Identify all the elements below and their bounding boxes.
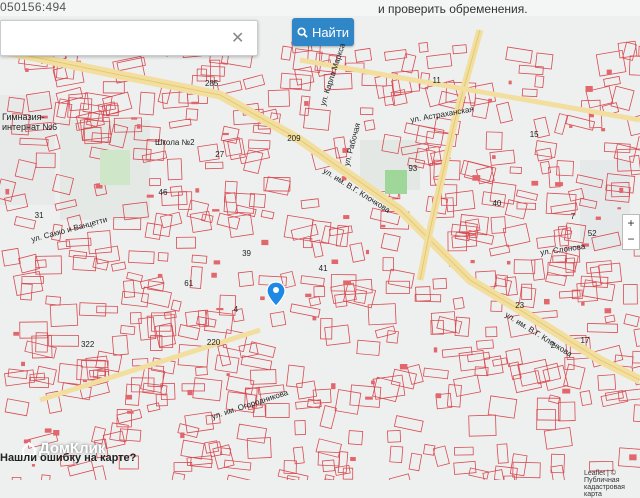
building-mark: [213, 260, 221, 265]
search-button-label: Найти: [311, 24, 350, 40]
place-label-school: Школа №2: [155, 138, 195, 147]
building-mark: [433, 347, 438, 353]
building-mark: [543, 298, 550, 305]
building-mark: [562, 388, 571, 394]
building-mark: [222, 132, 229, 136]
building-mark: [226, 373, 230, 377]
building-mark: [261, 239, 269, 246]
building-mark: [343, 280, 352, 286]
zoom-control[interactable]: + −: [622, 214, 640, 250]
house-number: 322: [80, 339, 95, 349]
building-mark: [350, 457, 356, 462]
cadastral-number: 050156:494: [0, 0, 67, 14]
building-mark: [492, 155, 496, 159]
building-mark: [601, 128, 606, 132]
building-mark: [380, 224, 386, 228]
house-number: 31: [34, 210, 44, 220]
cadastral-map[interactable]: [0, 0, 640, 480]
building-mark: [25, 68, 29, 72]
building-mark: [305, 293, 312, 298]
building-mark: [53, 429, 60, 436]
house-number: 11: [432, 76, 441, 86]
building-mark: [555, 182, 563, 187]
house-number: 2: [550, 340, 556, 350]
building-mark: [365, 396, 373, 400]
building-mark: [606, 69, 612, 75]
house-number: 40: [492, 198, 502, 208]
building-mark: [629, 454, 637, 461]
building-mark: [371, 380, 375, 385]
building-mark: [331, 383, 336, 390]
close-icon[interactable]: ✕: [231, 28, 244, 48]
encumbrance-hint: и проверить обременения.: [378, 2, 528, 16]
building-mark: [435, 393, 442, 399]
building-mark: [508, 80, 512, 85]
building-mark: [44, 428, 52, 433]
building-mark: [157, 273, 163, 278]
house-number: 27: [215, 150, 225, 160]
building-mark: [260, 296, 265, 301]
top-info-bar: [0, 0, 640, 16]
building-mark: [331, 259, 339, 265]
house-number: 285: [204, 78, 219, 88]
building-mark: [604, 308, 612, 314]
building-mark: [180, 432, 185, 439]
house-number: 7: [570, 212, 576, 222]
building-mark: [127, 410, 134, 414]
building-mark: [343, 215, 350, 220]
building-mark: [304, 101, 309, 106]
house-number: 23: [515, 300, 525, 310]
house-number: 61: [184, 278, 194, 288]
house-number: 209: [287, 133, 301, 143]
search-input[interactable]: [7, 25, 231, 51]
building-mark: [581, 301, 585, 306]
building-mark: [136, 124, 141, 129]
building-mark: [488, 98, 492, 103]
house-number: 220: [206, 337, 221, 347]
building-mark: [31, 464, 35, 467]
report-error-link[interactable]: Нашли ошибку на карте?: [0, 452, 136, 464]
building-mark: [506, 260, 511, 265]
building-mark: [195, 188, 200, 193]
building-mark: [619, 187, 624, 193]
house-number: 93: [408, 163, 418, 173]
building-mark: [21, 361, 26, 367]
building-mark: [191, 101, 199, 105]
building-mark: [187, 389, 193, 396]
building-mark: [585, 85, 593, 92]
search-button[interactable]: Найти: [292, 18, 354, 46]
house-number: 39: [242, 248, 251, 258]
building-mark: [399, 364, 408, 370]
building-mark: [312, 316, 317, 321]
house-number: 15: [529, 129, 539, 139]
house-number: 46: [158, 188, 168, 198]
house-number: 52: [587, 229, 597, 239]
building-mark: [5, 188, 10, 195]
house-number: 41: [318, 263, 328, 273]
house-number: 4: [233, 304, 239, 314]
building-mark: [470, 259, 475, 264]
building-mark: [211, 272, 217, 278]
place-label-gymnasium: Гимназия-интернат №6: [2, 112, 58, 132]
building-mark: [82, 379, 87, 383]
search-icon: [297, 26, 308, 38]
search-box[interactable]: ✕: [0, 20, 258, 56]
building-mark: [146, 194, 154, 198]
building-mark: [125, 394, 133, 400]
building-mark: [531, 180, 539, 186]
building-mark: [472, 175, 481, 181]
building-mark: [216, 307, 224, 311]
building-mark: [595, 216, 601, 220]
house-number: 17: [580, 336, 590, 346]
building-mark: [131, 117, 138, 120]
map-attribution: Leaflet | © Публичная кадастровая карта: [584, 470, 625, 498]
building-mark: [13, 331, 20, 336]
building-mark: [569, 125, 573, 128]
building-mark: [617, 207, 622, 210]
building-mark: [212, 209, 220, 212]
building-mark: [365, 249, 370, 255]
